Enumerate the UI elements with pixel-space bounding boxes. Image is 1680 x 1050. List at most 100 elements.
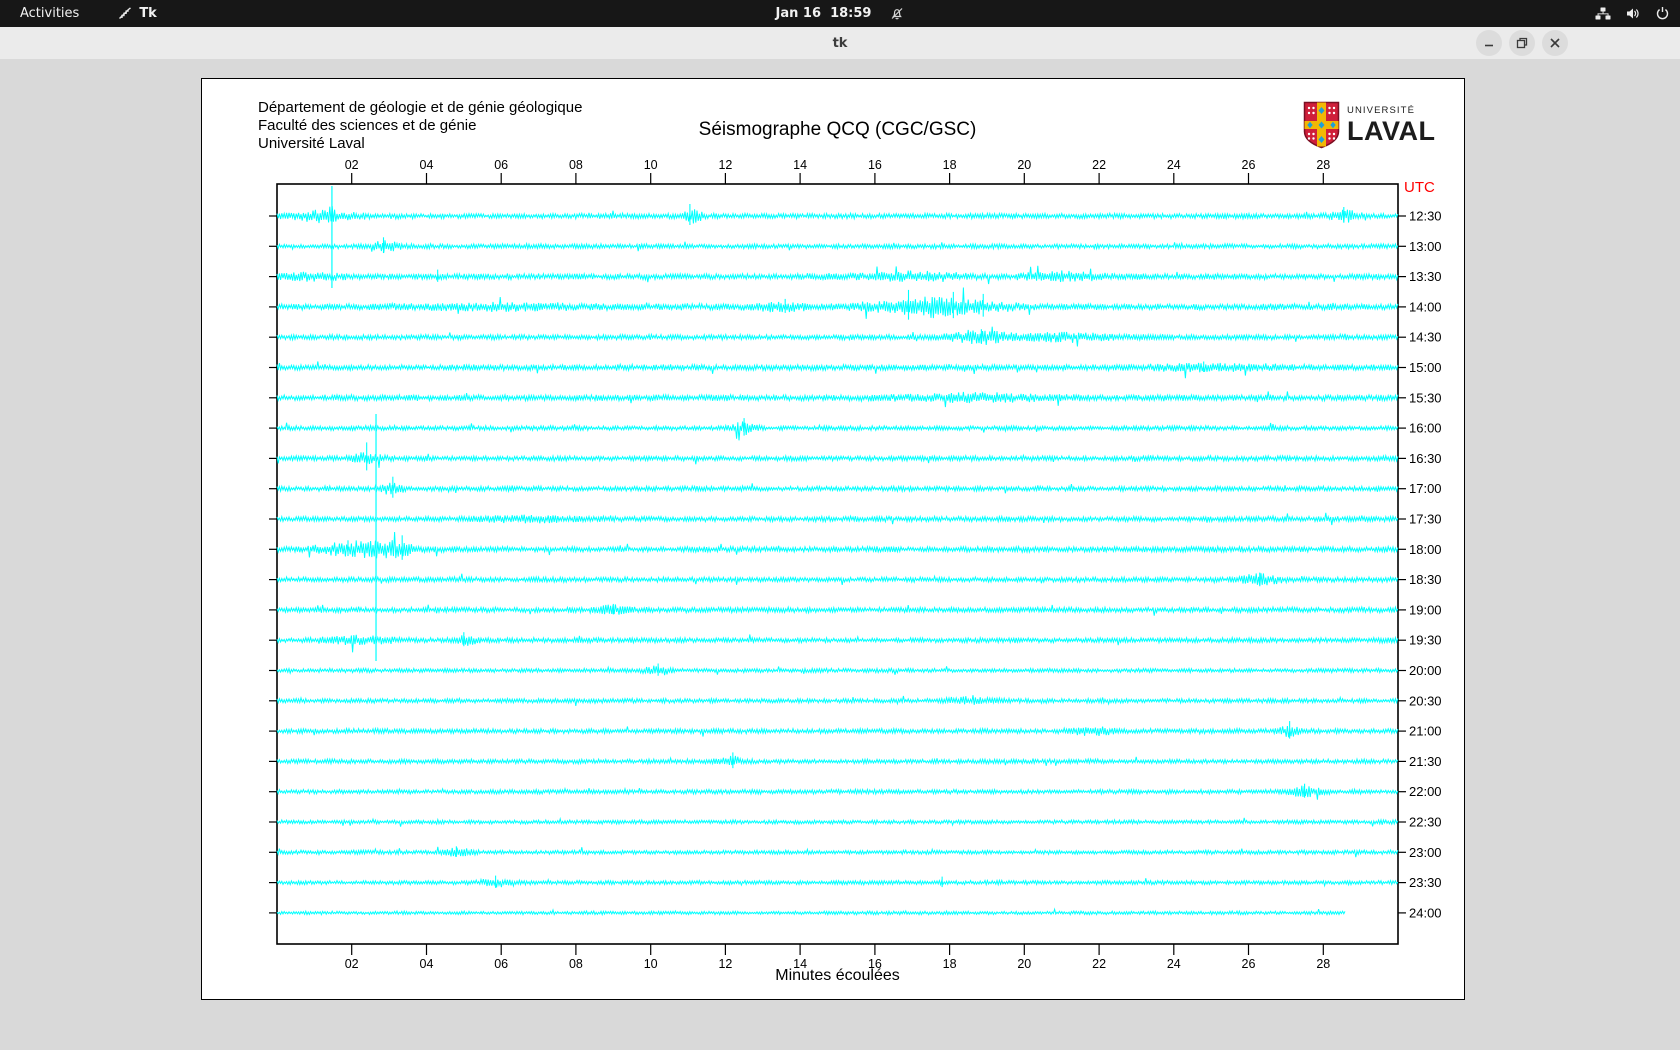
trace-time-label: 24:00 [1409, 905, 1442, 920]
seismo-trace [276, 604, 1399, 616]
trace-time-label: 17:30 [1409, 512, 1442, 527]
trace-time-label: 19:30 [1409, 633, 1442, 648]
x-tick-label-top: 10 [644, 158, 658, 172]
x-tick-label-top: 26 [1242, 158, 1256, 172]
window-title: tk [832, 35, 848, 51]
volume-on-icon[interactable] [1625, 6, 1641, 21]
trace-time-label: 23:30 [1409, 875, 1442, 890]
trace-time-label: 22:30 [1409, 815, 1442, 830]
x-tick-label-top: 14 [793, 158, 807, 172]
trace-time-label: 20:00 [1409, 663, 1442, 678]
activities-label: Activities [20, 6, 80, 21]
x-tick-label-bottom: 14 [793, 957, 807, 971]
seismo-trace [276, 846, 1399, 858]
seismo-trace [276, 482, 1399, 495]
x-tick-label-bottom: 12 [718, 957, 732, 971]
seismograph-canvas: Département de géologie et de génie géol… [201, 78, 1465, 1000]
x-tick-label-top: 06 [494, 158, 508, 172]
trace-time-label: 14:30 [1409, 330, 1442, 345]
trace-time-label: 14:00 [1409, 299, 1442, 314]
x-tick-label-bottom: 18 [943, 957, 957, 971]
x-tick-label-top: 08 [569, 158, 583, 172]
x-tick-label-bottom: 16 [868, 957, 882, 971]
trace-time-label: 18:30 [1409, 572, 1442, 587]
x-tick-label-top: 24 [1167, 158, 1181, 172]
close-button[interactable] [1542, 30, 1568, 56]
power-icon[interactable] [1655, 6, 1670, 21]
app-name: Tk [139, 6, 157, 21]
trace-time-label: 23:00 [1409, 845, 1442, 860]
x-tick-label-top: 22 [1092, 158, 1106, 172]
x-tick-label-bottom: 06 [494, 957, 508, 971]
seismo-trace [276, 452, 1399, 468]
seismo-trace [276, 907, 1346, 917]
trace-time-label: 15:00 [1409, 360, 1442, 375]
trace-time-label: 21:30 [1409, 754, 1442, 769]
x-tick-label-top: 18 [943, 158, 957, 172]
seismo-trace [276, 265, 1399, 285]
seismo-trace [276, 205, 1399, 224]
x-tick-label-bottom: 10 [644, 957, 658, 971]
activities-button[interactable]: Activities [14, 4, 85, 23]
seismo-trace [276, 634, 1399, 653]
trace-time-label: 22:00 [1409, 784, 1442, 799]
seismo-trace [276, 695, 1399, 706]
close-icon [1550, 38, 1560, 48]
trace-time-label: 13:30 [1409, 269, 1442, 284]
trace-time-label: 16:00 [1409, 421, 1442, 436]
trace-time-label: 15:30 [1409, 390, 1442, 405]
x-tick-label-bottom: 08 [569, 957, 583, 971]
app-menu[interactable]: Tk [111, 4, 163, 23]
trace-time-label: 21:00 [1409, 724, 1442, 739]
x-tick-label-bottom: 26 [1242, 957, 1256, 971]
seismo-trace [276, 287, 1399, 319]
x-tick-label-top: 16 [868, 158, 882, 172]
clock[interactable]: Jan 16 18:59 [776, 6, 872, 21]
x-tick-label-top: 12 [718, 158, 732, 172]
seismo-trace [276, 755, 1399, 766]
seismo-trace [276, 421, 1399, 441]
plot-frame [276, 183, 1399, 945]
tk-feather-icon [117, 6, 132, 21]
x-tick-label-bottom: 28 [1316, 957, 1330, 971]
gnome-top-bar: Activities Tk Jan 16 18:59 [0, 0, 1680, 27]
seismo-trace [276, 531, 1399, 559]
seismo-trace [276, 877, 1399, 888]
seismo-trace [276, 512, 1399, 526]
seismo-trace [276, 816, 1399, 827]
x-tick-label-bottom: 02 [345, 957, 359, 971]
minimize-button[interactable] [1476, 30, 1502, 56]
maximize-button[interactable] [1509, 30, 1535, 56]
x-tick-label-top: 20 [1017, 158, 1031, 172]
trace-time-label: 12:30 [1409, 209, 1442, 224]
minimize-icon [1485, 44, 1493, 47]
trace-time-label: 16:30 [1409, 451, 1442, 466]
seismo-trace [276, 665, 1399, 676]
notifications-off-icon[interactable] [889, 6, 904, 21]
app-background: Département de géologie et de génie géol… [0, 59, 1680, 1050]
trace-time-label: 18:00 [1409, 542, 1442, 557]
seismo-trace [276, 573, 1399, 587]
maximize-icon [1516, 37, 1528, 49]
window-titlebar: tk [0, 27, 1680, 60]
trace-time-label: 13:00 [1409, 239, 1442, 254]
trace-time-label: 19:00 [1409, 602, 1442, 617]
x-tick-label-top: 04 [420, 158, 434, 172]
x-tick-label-bottom: 24 [1167, 957, 1181, 971]
seismo-trace [276, 391, 1399, 408]
trace-time-label: 20:30 [1409, 693, 1442, 708]
seismo-trace [276, 725, 1399, 738]
x-tick-label-bottom: 22 [1092, 957, 1106, 971]
helicorder-plot: 02 02 04 04 06 06 08 08 10 10 12 12 14 14 16 16 18 18 20 20… [269, 158, 1442, 971]
screen: { "topbar": { "activities_label": "Activ… [0, 0, 1680, 1050]
x-tick-label-bottom: 04 [420, 957, 434, 971]
seismo-trace [276, 326, 1399, 347]
x-tick-label-top: 02 [345, 158, 359, 172]
network-wired-icon[interactable] [1595, 6, 1611, 21]
trace-time-label: 17:00 [1409, 481, 1442, 496]
seismo-trace [276, 361, 1399, 379]
x-tick-label-bottom: 20 [1017, 957, 1031, 971]
x-tick-label-top: 28 [1316, 158, 1330, 172]
seismo-trace [276, 785, 1399, 800]
seismo-trace [276, 240, 1399, 253]
